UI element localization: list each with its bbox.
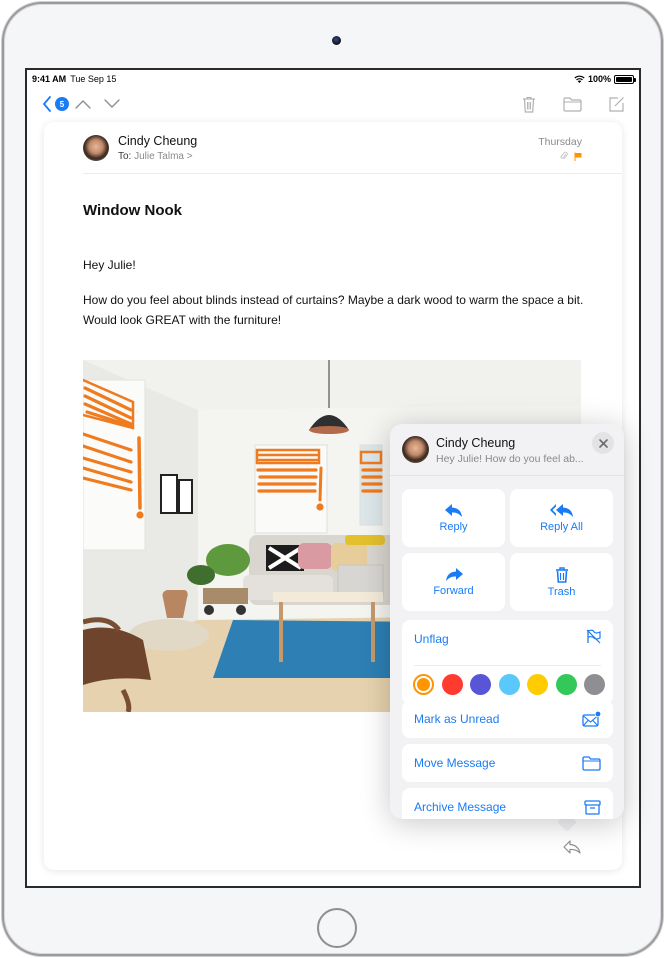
back-button[interactable] — [39, 95, 55, 113]
popover-message-preview: Hey Julie! How do you feel ab... — [436, 453, 584, 465]
flag-color-picker — [413, 674, 605, 695]
reply-all-label: Reply All — [540, 520, 583, 533]
chevron-down-icon — [104, 99, 120, 108]
reply-actions-popover: Cindy Cheung Hey Julie! How do you feel … — [390, 424, 624, 819]
flag-color-orange[interactable] — [413, 674, 434, 695]
compose-icon — [608, 96, 624, 112]
popover-sender-name: Cindy Cheung — [436, 436, 516, 450]
unread-count-badge: 5 — [55, 97, 69, 111]
battery-percent: 100% — [587, 74, 611, 84]
sender-name[interactable]: Cindy Cheung — [118, 134, 197, 148]
close-popover-button[interactable] — [592, 432, 614, 454]
unflag-label: Unflag — [414, 632, 449, 646]
next-message-button[interactable] — [103, 96, 121, 112]
reply-all-button[interactable]: Reply All — [510, 489, 613, 547]
reply-arrow-icon — [563, 840, 581, 854]
recipient-chevron-icon: > — [186, 151, 193, 162]
flag-color-green[interactable] — [555, 674, 577, 695]
trash-button[interactable] — [520, 93, 538, 115]
status-date: Tue Sep 15 — [70, 74, 117, 84]
header-divider — [83, 173, 622, 174]
status-time: 9:41 AM — [32, 74, 67, 84]
compose-button[interactable] — [606, 94, 626, 114]
home-button[interactable] — [317, 908, 357, 948]
recipient-line[interactable]: To: Julie Talma > — [118, 151, 193, 162]
folder-icon — [562, 96, 582, 112]
wifi-icon — [574, 75, 585, 83]
trash-icon — [555, 566, 568, 583]
front-camera — [332, 36, 341, 45]
move-to-folder-button[interactable] — [561, 94, 583, 114]
navigation-toolbar: 5 — [27, 90, 639, 120]
to-label: To: — [118, 151, 132, 162]
envelope-unread-icon — [582, 711, 601, 727]
flag-color-red[interactable] — [441, 674, 463, 695]
reply-toolbar-button[interactable] — [562, 839, 586, 859]
status-bar: 9:41 AM Tue Sep 15 100% — [27, 70, 639, 88]
chevron-left-icon — [42, 96, 51, 112]
trash-icon — [523, 96, 535, 113]
reply-button[interactable]: Reply — [402, 489, 505, 547]
trash-label: Trash — [547, 585, 576, 598]
flag-section: Unflag — [402, 620, 613, 704]
reply-all-icon — [549, 503, 573, 517]
popover-header: Cindy Cheung Hey Julie! How do you feel … — [390, 424, 624, 476]
close-icon — [598, 438, 608, 448]
move-message-button[interactable]: Move Message — [402, 744, 613, 782]
archive-box-icon — [584, 799, 601, 815]
recipient-name: Julie Talma — [134, 151, 184, 162]
flag-color-gray[interactable] — [584, 674, 605, 695]
flag-color-yellow[interactable] — [527, 674, 548, 695]
forward-button[interactable]: Forward — [402, 553, 505, 611]
message-subject: Window Nook — [83, 202, 183, 219]
forward-label: Forward — [433, 584, 474, 597]
previous-message-button[interactable] — [74, 96, 92, 112]
reply-icon — [444, 503, 462, 517]
unflag-button[interactable]: Unflag — [402, 620, 613, 658]
message-date: Thursday — [538, 136, 582, 148]
message-body: Hey Julie! How do you feel about blinds … — [83, 255, 588, 330]
chevron-up-icon — [75, 100, 91, 109]
sender-avatar[interactable] — [83, 135, 109, 161]
move-message-label: Move Message — [414, 756, 496, 770]
trash-message-button[interactable]: Trash — [510, 553, 613, 611]
popover-sender-avatar — [402, 436, 429, 463]
message-greeting: Hey Julie! — [83, 258, 136, 272]
message-paragraph: How do you feel about blinds instead of … — [83, 293, 584, 327]
battery-icon — [614, 74, 636, 84]
flag-color-purple[interactable] — [470, 674, 491, 695]
flag-color-blue[interactable] — [498, 674, 520, 695]
mark-as-unread-button[interactable]: Mark as Unread — [402, 700, 613, 738]
mark-as-unread-label: Mark as Unread — [414, 712, 500, 726]
forward-icon — [445, 567, 463, 581]
archive-message-label: Archive Message — [414, 800, 507, 814]
flag-slash-icon — [586, 629, 601, 644]
archive-message-button[interactable]: Archive Message — [402, 788, 613, 819]
flag-icon — [574, 152, 582, 161]
paperclip-icon — [560, 151, 568, 160]
flag-divider — [414, 665, 601, 666]
reply-label: Reply — [439, 520, 468, 533]
folder-icon — [582, 755, 601, 771]
